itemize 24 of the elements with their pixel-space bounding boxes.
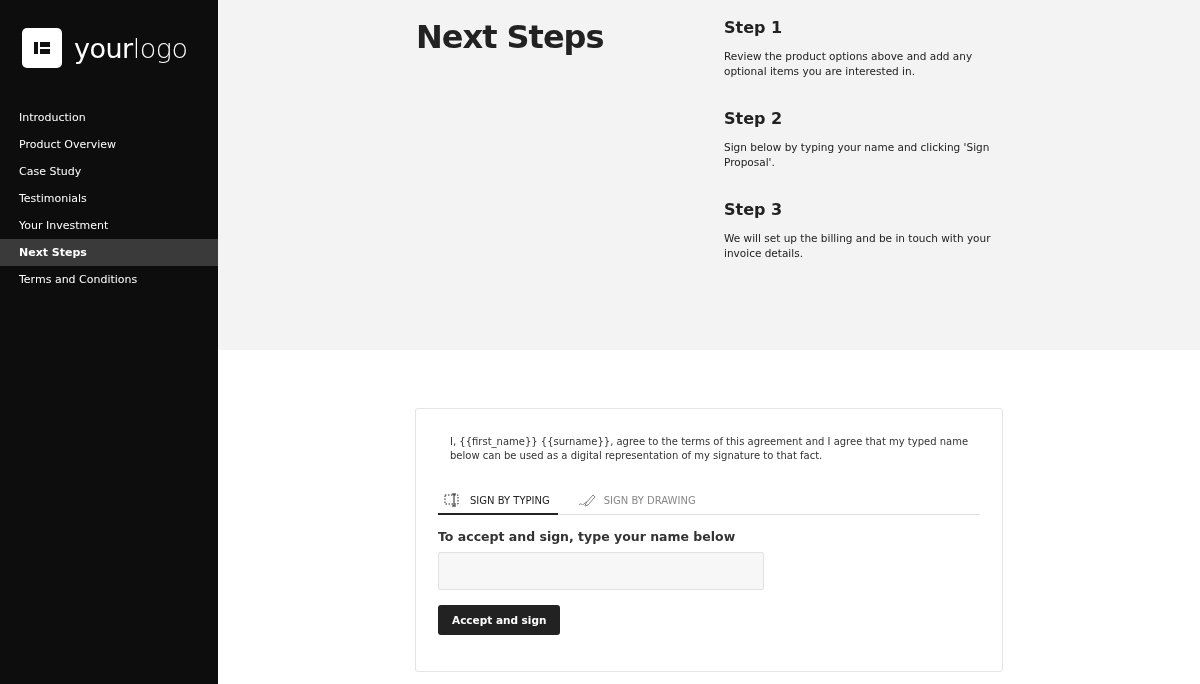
nav-item[interactable]: Testimonials bbox=[0, 185, 218, 212]
agreement-text: I, {{first_name}} {{surname}}, agree to the terms of this agreement and I agree that my typed name below can be used as a digital representation of my signature to that fact. bbox=[450, 435, 970, 463]
section-title: Next Steps bbox=[416, 18, 605, 58]
step-title: Step 1 bbox=[724, 18, 784, 37]
pen-icon bbox=[577, 493, 596, 507]
sign-tab[interactable]: SIGN BY DRAWING bbox=[571, 493, 704, 515]
sign-tab[interactable]: SIGN BY TYPING bbox=[438, 493, 558, 515]
nav-item[interactable]: Your Investment bbox=[0, 212, 218, 239]
step-title: Step 3 bbox=[724, 200, 784, 219]
logo-icon bbox=[22, 28, 62, 68]
nav-item[interactable]: Introduction bbox=[0, 104, 218, 131]
nav-item[interactable]: Product Overview bbox=[0, 131, 218, 158]
nav-item[interactable]: Terms and Conditions bbox=[0, 266, 218, 293]
step-title: Step 2 bbox=[724, 109, 784, 128]
text-cursor-icon bbox=[444, 493, 462, 507]
step-text: Review the product options above and add any optional items you are interested in. bbox=[724, 49, 974, 79]
accept-button[interactable]: Accept and sign bbox=[438, 605, 561, 635]
nav-item[interactable]: Next Steps bbox=[0, 239, 218, 266]
nav-item[interactable]: Case Study bbox=[0, 158, 218, 185]
sign-prompt: To accept and sign, type your name below bbox=[438, 529, 737, 544]
step-text: Sign below by typing your name and clicking 'Sign Proposal'. bbox=[724, 140, 991, 170]
name-input-field[interactable] bbox=[438, 552, 764, 590]
step-text: We will set up the billing and be in touch with your invoice details. bbox=[724, 231, 992, 261]
logo-text: yourlogo bbox=[74, 32, 188, 64]
